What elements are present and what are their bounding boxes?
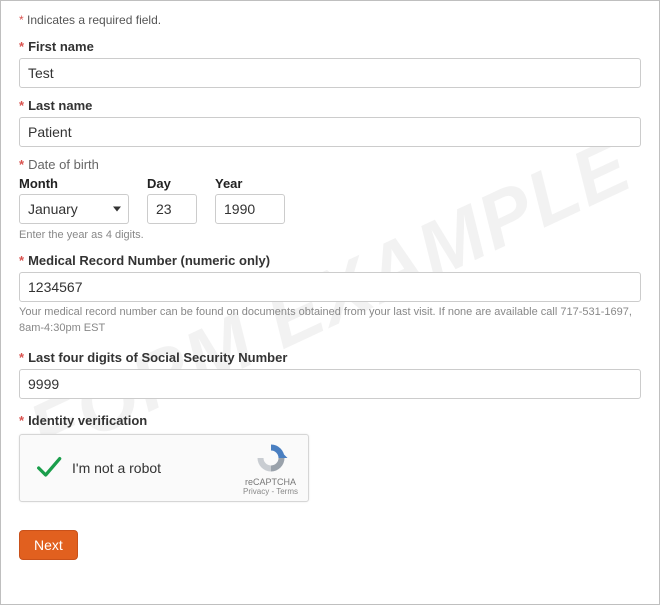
dob-year-input[interactable] bbox=[215, 194, 285, 224]
required-field-note: * Indicates a required field. bbox=[19, 13, 641, 27]
recaptcha-widget[interactable]: I'm not a robot reCAPTCHA Privacy - Term… bbox=[19, 434, 309, 502]
required-note-text: Indicates a required field. bbox=[24, 13, 161, 27]
captcha-links[interactable]: Privacy - Terms bbox=[243, 487, 298, 496]
ssn-input[interactable] bbox=[19, 369, 641, 399]
mrn-hint: Your medical record number can be found … bbox=[19, 305, 641, 336]
recaptcha-icon bbox=[253, 440, 289, 476]
dob-year-label: Year bbox=[215, 176, 285, 191]
dob-day-input[interactable] bbox=[147, 194, 197, 224]
last-name-input[interactable] bbox=[19, 117, 641, 147]
first-name-input[interactable] bbox=[19, 58, 641, 88]
identity-label: *Identity verification bbox=[19, 413, 641, 428]
mrn-input[interactable] bbox=[19, 272, 641, 302]
next-button[interactable]: Next bbox=[19, 530, 78, 560]
dob-month-select[interactable]: January bbox=[19, 194, 129, 224]
captcha-label: I'm not a robot bbox=[72, 460, 243, 476]
captcha-brand: reCAPTCHA bbox=[243, 477, 298, 487]
last-name-label: *Last name bbox=[19, 98, 641, 113]
mrn-label: *Medical Record Number (numeric only) bbox=[19, 253, 641, 268]
dob-label: *Date of birth bbox=[19, 157, 641, 172]
checkmark-icon bbox=[34, 454, 62, 482]
first-name-label: *First name bbox=[19, 39, 641, 54]
dob-month-label: Month bbox=[19, 176, 129, 191]
dob-day-label: Day bbox=[147, 176, 197, 191]
ssn-label: *Last four digits of Social Security Num… bbox=[19, 350, 641, 365]
dob-hint: Enter the year as 4 digits. bbox=[19, 228, 641, 243]
